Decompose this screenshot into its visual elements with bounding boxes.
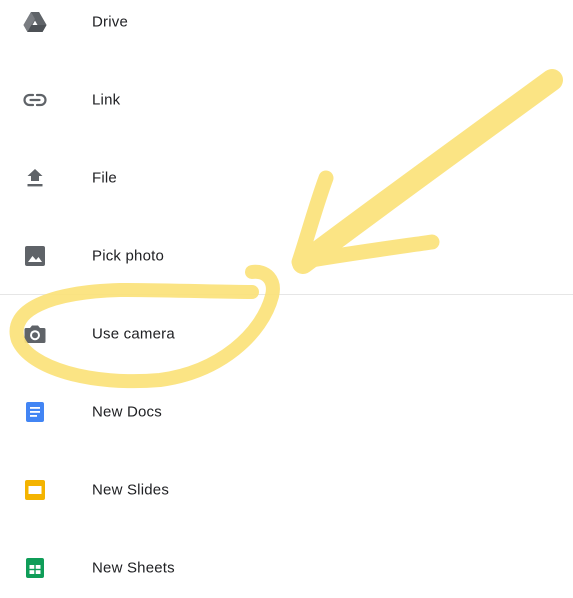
menu-item-drive[interactable]: Drive: [0, 0, 573, 52]
menu-item-link[interactable]: Link: [0, 70, 573, 130]
menu-item-pick-photo[interactable]: Pick photo: [0, 226, 573, 286]
section-divider: [0, 294, 573, 295]
menu-item-label: New Sheets: [92, 559, 175, 577]
menu-item-new-sheets[interactable]: New Sheets: [0, 538, 573, 598]
camera-icon: [23, 322, 47, 346]
menu-item-label: Use camera: [92, 325, 175, 343]
menu-item-label: Pick photo: [92, 247, 165, 265]
menu-item-file[interactable]: File: [0, 148, 573, 208]
menu-item-label: New Docs: [92, 403, 162, 421]
upload-icon: [23, 166, 47, 190]
menu-item-new-docs[interactable]: New Docs: [0, 382, 573, 442]
link-icon: [23, 88, 47, 112]
slides-icon: [23, 478, 47, 502]
image-icon: [23, 244, 47, 268]
menu-item-new-slides[interactable]: New Slides: [0, 460, 573, 520]
menu-item-use-camera[interactable]: Use camera: [0, 304, 573, 364]
docs-icon: [23, 400, 47, 424]
menu-item-label: New Slides: [92, 481, 170, 499]
attachment-menu: Drive Link File Pick photo Use camera Ne…: [0, 0, 573, 578]
sheets-icon: [23, 556, 47, 580]
drive-icon: [23, 10, 47, 34]
menu-item-label: Link: [92, 91, 121, 109]
menu-item-label: File: [92, 169, 117, 187]
menu-item-label: Drive: [92, 13, 129, 31]
